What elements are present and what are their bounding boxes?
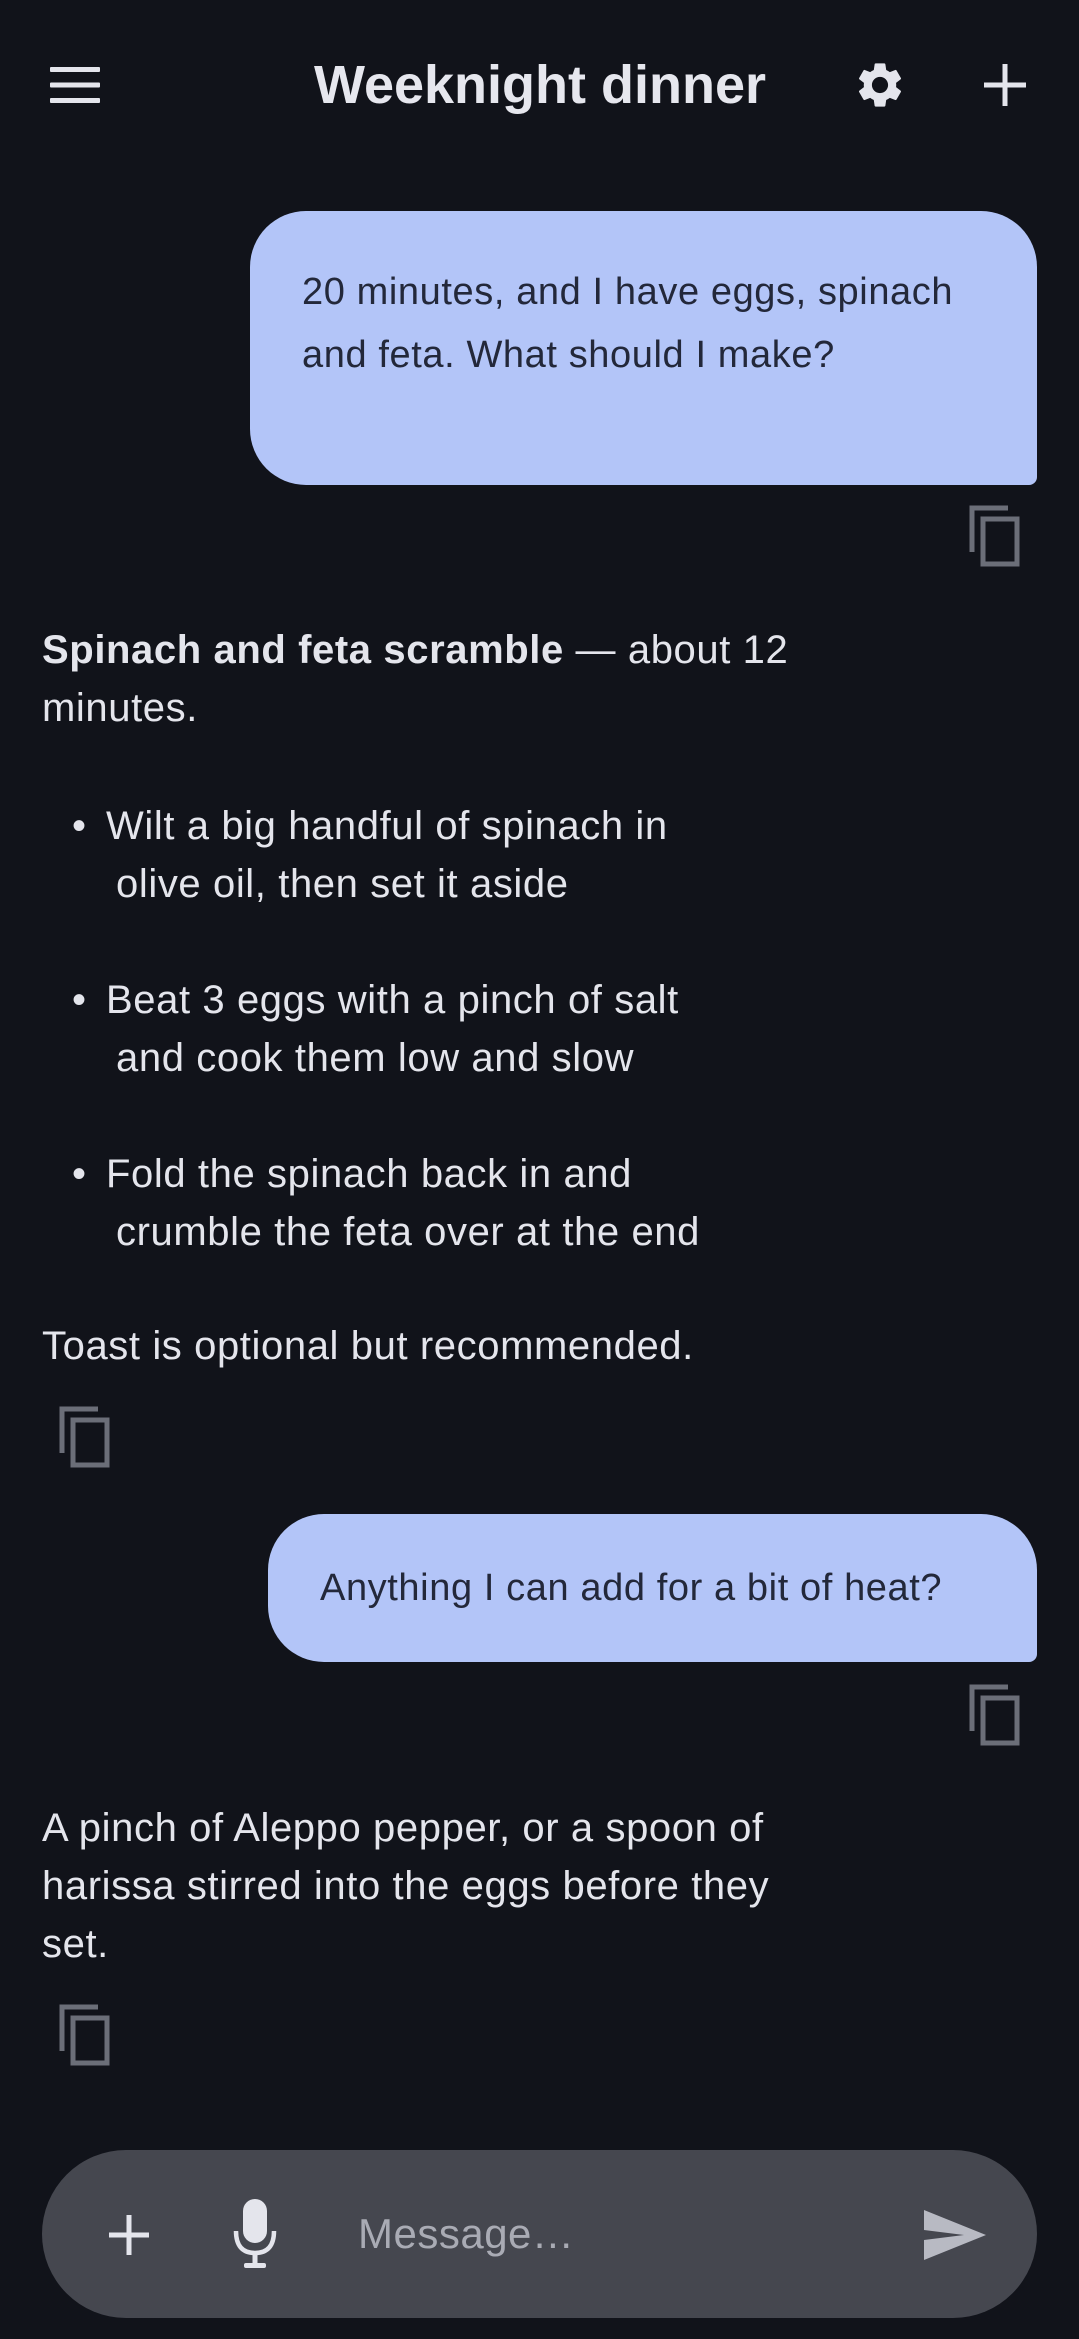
- assistant-message-outro: Toast is optional but recommended.: [42, 1324, 694, 1368]
- list-item-line: olive oil, then set it aside: [116, 862, 569, 906]
- attach-button[interactable]: [94, 2200, 164, 2270]
- copy-icon: [59, 1406, 110, 1468]
- list-item: • Wilt a big handful of spinach in olive…: [72, 797, 792, 913]
- page-title: Weeknight dinner: [313, 55, 767, 115]
- menu-icon: [50, 67, 100, 103]
- list-item-line: crumble the feta over at the end: [116, 1210, 700, 1254]
- list-item-line: and cook them low and slow: [116, 1036, 635, 1080]
- list-item-line: Fold the spinach back in and: [106, 1152, 633, 1196]
- copy-icon: [969, 505, 1020, 567]
- plus-icon: [109, 2215, 149, 2255]
- bullet-dot: •: [72, 804, 87, 848]
- settings-button[interactable]: [845, 50, 915, 120]
- list-item-line: Beat 3 eggs with a pinch of salt: [106, 978, 679, 1022]
- assistant-message-body: A pinch of Aleppo pepper, or a spoon of …: [42, 1806, 770, 1966]
- app-header: Weeknight dinner: [0, 0, 1079, 170]
- microphone-icon: [233, 2199, 277, 2268]
- copy-button[interactable]: [54, 2001, 114, 2067]
- user-message-text: 20 minutes, and I have eggs, spinach and…: [302, 271, 954, 376]
- copy-button[interactable]: [54, 1403, 114, 1469]
- bullet-dot: •: [72, 978, 87, 1022]
- menu-button[interactable]: [40, 50, 110, 120]
- copy-button[interactable]: [964, 502, 1024, 568]
- bullet-dot: •: [72, 1152, 87, 1196]
- new-chat-button[interactable]: [970, 50, 1040, 120]
- copy-icon: [59, 2004, 110, 2066]
- plus-icon: [984, 64, 1026, 106]
- copy-icon: [969, 1684, 1020, 1746]
- user-message-bubble: Anything I can add for a bit of heat?: [268, 1514, 1037, 1662]
- assistant-message-text: A pinch of Aleppo pepper, or a spoon of …: [42, 1799, 842, 1973]
- recipe-title: Spinach and feta scramble: [42, 628, 564, 672]
- voice-input-button[interactable]: [220, 2194, 290, 2274]
- list-item-line: Wilt a big handful of spinach in: [106, 804, 668, 848]
- assistant-message-intro: Spinach and feta scramble — about 12 min…: [42, 621, 802, 737]
- list-item: • Beat 3 eggs with a pinch of salt and c…: [72, 971, 792, 1087]
- user-message-text: Anything I can add for a bit of heat?: [320, 1567, 943, 1609]
- send-icon: [924, 2210, 986, 2260]
- user-message-bubble: 20 minutes, and I have eggs, spinach and…: [250, 211, 1037, 485]
- gear-icon: [858, 63, 902, 107]
- copy-button[interactable]: [964, 1681, 1024, 1747]
- message-composer: [42, 2150, 1037, 2318]
- list-item: • Fold the spinach back in and crumble t…: [72, 1145, 792, 1261]
- message-input[interactable]: [358, 2190, 918, 2278]
- send-button[interactable]: [917, 2200, 993, 2270]
